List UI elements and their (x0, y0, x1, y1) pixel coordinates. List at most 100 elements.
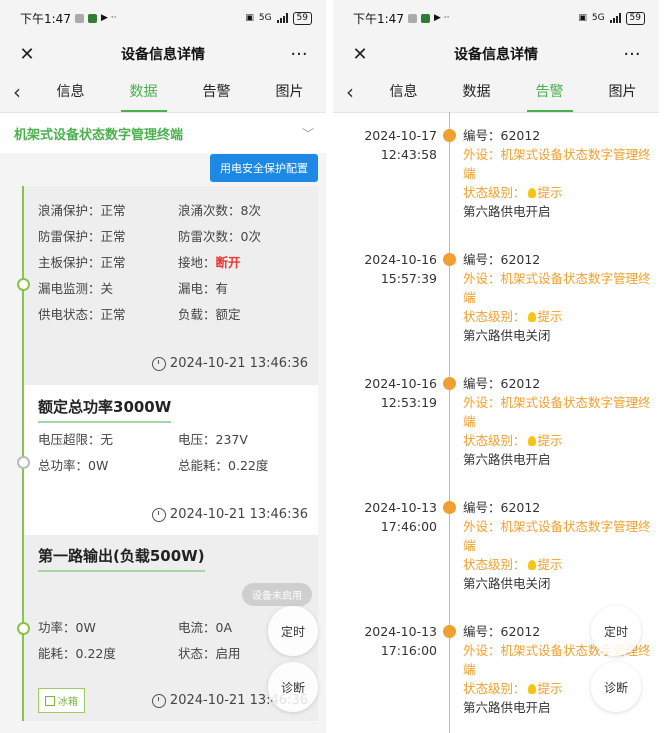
tab-images[interactable]: 图片 (253, 72, 326, 112)
bulb-icon (527, 188, 536, 198)
clock-icon (151, 507, 166, 522)
event-datetime: 2024-10-17 12:43:58 (364, 128, 437, 162)
more-icon[interactable]: ··· (621, 44, 643, 65)
clock-icon (151, 356, 166, 371)
app-header: ✕ 设备信息详情 ··· (0, 36, 326, 72)
timer-button[interactable]: 定时 (268, 606, 318, 656)
card-title: 第一路输出(负载500W) (38, 545, 205, 572)
tab-data[interactable]: 数据 (107, 72, 180, 112)
device-disabled-badge: 设备未启用 (242, 583, 312, 606)
screen-divider (326, 0, 333, 733)
status-time: 下午1:47 (20, 11, 71, 26)
alarm-timeline-rail (449, 112, 450, 733)
event-body: 编号：62012 外设：机架式设备状态数字管理终端 状态级别： 提示 第六路供电关… (463, 252, 651, 343)
notification-icon (407, 13, 417, 23)
event-body: 编号：62012 外设：机架式设备状态数字管理终端 状态级别： 提示 第六路供电开… (463, 128, 651, 219)
tab-images[interactable]: 图片 (586, 72, 659, 112)
more-icon[interactable]: ··· (288, 44, 310, 65)
cell-label: 接地：断开 (178, 255, 241, 270)
chevron-down-icon: ﹀ (301, 126, 314, 141)
card-timestamp: 2024-10-21 13:46:36 (151, 356, 308, 371)
cell-label: 防雷次数：0次 (178, 229, 261, 244)
battery-level: 59 (296, 12, 308, 23)
play-icon: ▶ ·· (433, 13, 450, 23)
battery-icon: 59 (625, 11, 645, 25)
timeline-dot (443, 129, 456, 142)
wechat-icon (420, 13, 430, 23)
power-safety-config-button[interactable]: 用电安全保护配置 (210, 154, 318, 182)
tab-bar: ‹ 信息 数据 告警 图片 (0, 72, 326, 113)
page-title: 设备信息详情 (121, 47, 205, 63)
appliance-tag[interactable]: 冰箱 (38, 688, 85, 713)
config-bar: 用电安全保护配置 (0, 153, 326, 183)
signal-icon (276, 13, 288, 23)
timeline-node (17, 278, 30, 291)
diagnose-button[interactable]: 诊断 (591, 662, 641, 712)
device-selector[interactable]: 机架式设备状态数字管理终端 ﹀ (0, 113, 326, 153)
battery-level: 59 (629, 12, 641, 23)
timeline-node (17, 456, 30, 469)
event-datetime: 2024-10-16 15:57:39 (364, 252, 437, 286)
timeline-dot (443, 377, 456, 390)
cell-label: 浪涌次数：8次 (178, 203, 261, 218)
protection-status-card: 浪涌保护：正常 浪涌次数：8次 防雷保护：正常 防雷次数：0次 主板保护：正常 … (24, 186, 318, 385)
cell-label: 浪涌保护：正常 (38, 203, 126, 218)
close-icon[interactable]: ✕ (349, 44, 371, 65)
event-datetime: 2024-10-13 17:46:00 (364, 500, 437, 534)
wechat-icon (87, 13, 97, 23)
close-icon[interactable]: ✕ (16, 44, 38, 65)
checkbox-icon (45, 695, 55, 706)
ground-disconnected-value: 断开 (215, 255, 241, 270)
tab-info[interactable]: 信息 (34, 72, 107, 112)
tab-data[interactable]: 数据 (440, 72, 513, 112)
play-icon: ▶ ·· (100, 13, 117, 23)
bulb-icon (527, 312, 536, 322)
timeline-dot (443, 625, 456, 638)
clock-icon (151, 693, 166, 708)
tab-bar: ‹ 信息 数据 告警 图片 (333, 72, 659, 113)
timeline-node (17, 622, 30, 635)
event-body: 编号：62012 外设：机架式设备状态数字管理终端 状态级别： 提示 第六路供电开… (463, 376, 651, 467)
event-body: 编号：62012 外设：机架式设备状态数字管理终端 状态级别： 提示 第六路供电关… (463, 500, 651, 591)
cell-label: 漏电监测：关 (38, 281, 114, 296)
hd-icon: ▣ (578, 13, 587, 23)
tab-info[interactable]: 信息 (367, 72, 440, 112)
back-chevron-icon[interactable]: ‹ (333, 80, 367, 104)
total-power-card: 额定总功率3000W 电压超限：无 电压：237V 总功率：0W 总能耗：0.2… (24, 385, 318, 535)
status-time: 下午1:47 (353, 11, 404, 26)
cell-label: 防雷保护：正常 (38, 229, 126, 244)
cell-label: 供电状态：正常 (38, 307, 126, 322)
card-title: 额定总功率3000W (38, 396, 172, 423)
bulb-icon (527, 560, 536, 570)
timeline-dot (443, 253, 456, 266)
hd-icon: ▣ (245, 13, 254, 23)
tab-alarm[interactable]: 告警 (180, 72, 253, 112)
bulb-icon (527, 684, 536, 694)
event-datetime: 2024-10-13 17:16:00 (364, 624, 437, 658)
signal-icon (609, 13, 621, 23)
status-bar: 下午1:47 ▶ ·· ▣ 5G 59 (333, 0, 659, 36)
left-screen: 下午1:47 ▶ ·· ▣ 5G 59 ✕ 设备信息详情 ··· ‹ 信息 数据… (0, 0, 326, 733)
event-datetime: 2024-10-16 12:53:19 (364, 376, 437, 410)
cell-label: 主板保护：正常 (38, 255, 126, 270)
battery-icon: 59 (292, 11, 312, 25)
tab-alarm[interactable]: 告警 (513, 72, 586, 112)
bulb-icon (527, 436, 536, 446)
app-header: ✕ 设备信息详情 ··· (333, 36, 659, 72)
right-screen: 下午1:47 ▶ ·· ▣ 5G 59 ✕ 设备信息详情 ··· ‹ 信息 数据… (333, 0, 659, 733)
cell-label: 负载：额定 (178, 307, 241, 322)
status-bar: 下午1:47 ▶ ·· ▣ 5G 59 (0, 0, 326, 36)
notification-icon (74, 13, 84, 23)
power-grid: 电压超限：无 电压：237V 总功率：0W 总能耗：0.22度 (38, 432, 269, 473)
diagnose-button[interactable]: 诊断 (268, 662, 318, 712)
device-name: 机架式设备状态数字管理终端 (14, 127, 184, 143)
card-timestamp: 2024-10-21 13:46:36 (151, 507, 308, 522)
timeline-dot (443, 501, 456, 514)
network-label: 5G (591, 13, 605, 23)
network-label: 5G (258, 13, 272, 23)
back-chevron-icon[interactable]: ‹ (0, 80, 34, 104)
protection-grid: 浪涌保护：正常 浪涌次数：8次 防雷保护：正常 防雷次数：0次 主板保护：正常 … (24, 186, 318, 328)
timer-button[interactable]: 定时 (591, 606, 641, 656)
cell-label: 漏电：有 (178, 281, 229, 296)
page-title: 设备信息详情 (454, 47, 538, 63)
